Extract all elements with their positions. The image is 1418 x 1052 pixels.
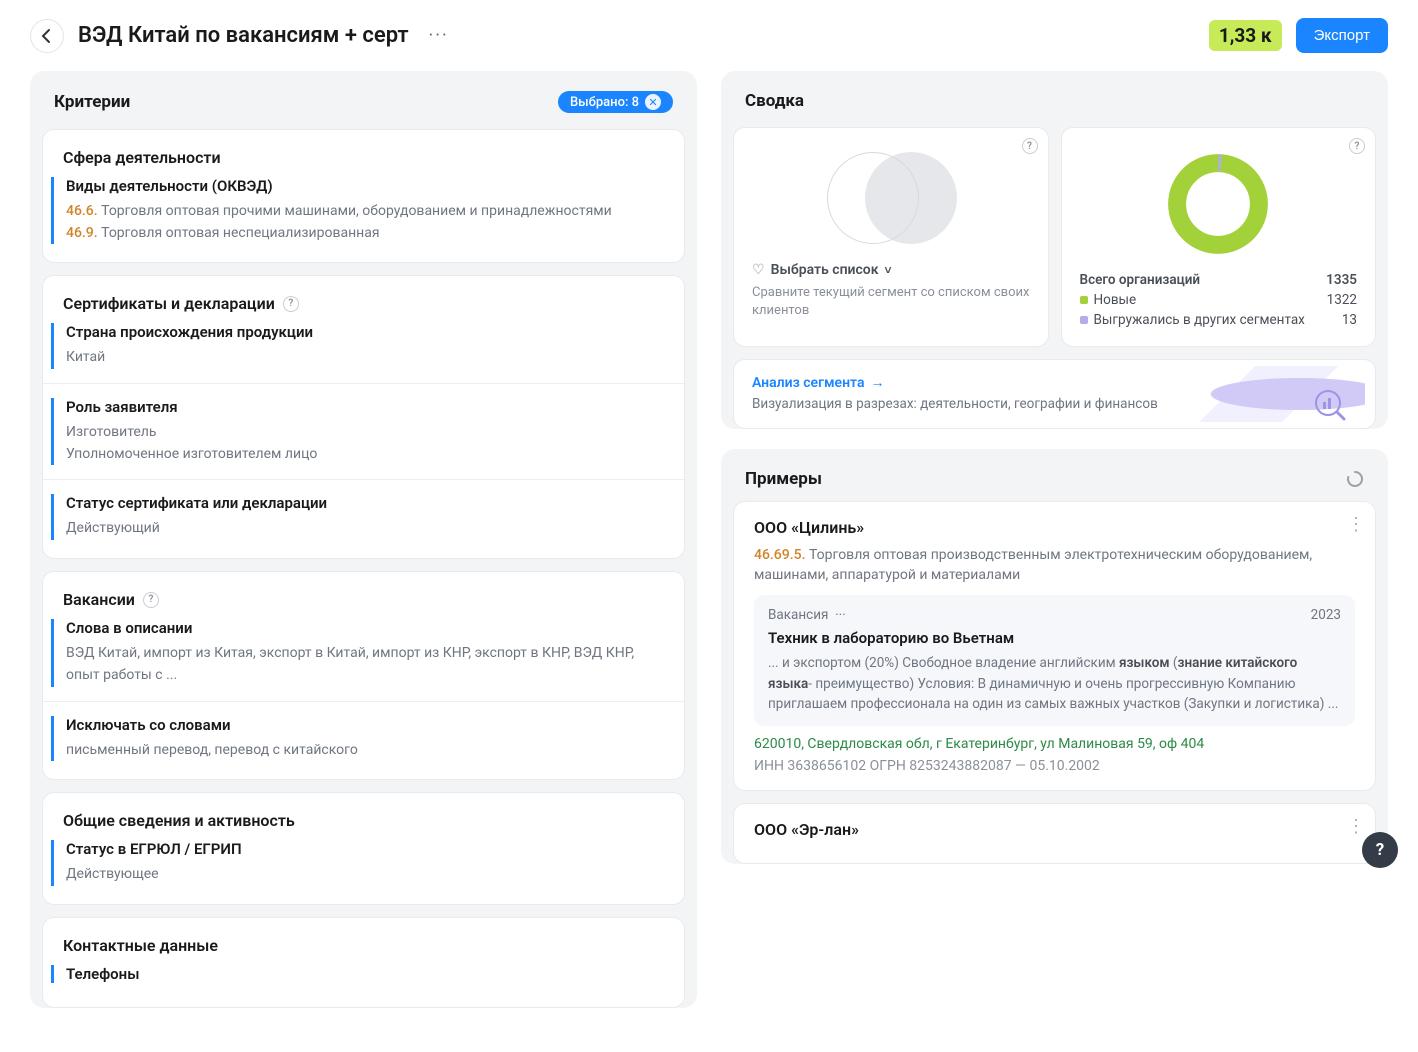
criteria-item-value: 46.6. Торговля оптовая прочими машинами,… [66, 201, 664, 223]
floating-help-button[interactable]: ? [1362, 832, 1398, 868]
criteria-group-title: Сфера деятельности [63, 148, 664, 167]
criteria-group-title: Общие сведения и активность [63, 811, 664, 830]
criteria-panel-title: Критерии [54, 92, 130, 112]
loading-spinner-icon [1346, 470, 1364, 488]
vacancy-snippet: ... и экспортом (20%) Свободное владение… [768, 653, 1341, 714]
selected-count-chip[interactable]: Выбрано: 8 ✕ [558, 91, 673, 113]
criteria-item[interactable]: Исключать со словами письменный перевод, … [51, 716, 664, 762]
example-okved: 46.69.5. Торговля оптовая производственн… [754, 545, 1355, 586]
help-icon[interactable]: ? [283, 296, 299, 312]
criteria-group-vac[interactable]: Вакансии? Слова в описании ВЭД Китай, импо… [42, 571, 685, 780]
total-orgs-label: Всего организаций [1080, 272, 1201, 288]
chevron-down-icon: ˅ [885, 263, 892, 277]
criteria-item-label: Роль заявителя [66, 398, 664, 416]
criteria-item-value: 46.9. Торговля оптовая неспециализирован… [66, 223, 664, 245]
criteria-item-label: Страна происхождения продукции [66, 323, 664, 341]
criteria-item[interactable]: Телефоны [51, 965, 664, 983]
criteria-item-label: Статус сертификата или декларации [66, 494, 664, 512]
help-icon[interactable]: ? [1349, 138, 1365, 154]
back-button[interactable] [30, 19, 64, 53]
criteria-item-label: Исключать со словами [66, 716, 664, 734]
selected-count-label: Выбрано: 8 [570, 95, 639, 110]
chart-lens-icon [1313, 388, 1347, 422]
new-orgs-value: 1322 [1327, 292, 1357, 308]
venn-diagram [821, 152, 961, 244]
criteria-item-value: Уполномоченное изготовителем лицо [66, 444, 664, 466]
help-icon[interactable]: ? [143, 592, 159, 608]
criteria-item-value: Китай [66, 347, 664, 369]
segment-analysis-link-text: Анализ сегмента [752, 375, 864, 391]
clear-criteria-icon[interactable]: ✕ [645, 94, 661, 110]
criteria-group-certs[interactable]: Сертификаты и декларации? Страна происхож… [42, 275, 685, 559]
criteria-item-value: Изготовитель [66, 422, 664, 444]
total-orgs-value: 1335 [1326, 272, 1357, 288]
criteria-item[interactable]: Виды деятельности (ОКВЭД) 46.6. Торговля … [51, 177, 664, 244]
segment-analysis-card[interactable]: Анализ сегмента → Визуализация в разреза… [733, 359, 1376, 429]
okved-code: 46.69.5. [754, 547, 809, 563]
arrow-right-icon: → [870, 374, 884, 391]
compare-note: Сравните текущий сегмент со списком свои… [752, 284, 1030, 320]
example-company-name: ООО «Эр-лан» [754, 820, 1355, 839]
heart-icon: ♡ [752, 262, 765, 278]
criteria-item-value: Действующий [66, 518, 664, 540]
vacancy-tag: Вакансия ··· [768, 607, 846, 623]
criteria-item[interactable]: Страна происхождения продукции Китай [51, 323, 664, 369]
criteria-item-label: Телефоны [66, 965, 664, 983]
new-orgs-label: Новые [1094, 292, 1137, 308]
criteria-item[interactable]: Слова в описании ВЭД Китай, импорт из Кит… [51, 619, 664, 686]
criteria-item-value: письменный перевод, перевод с китайского [66, 740, 664, 762]
donut-chart [1164, 150, 1272, 258]
criteria-group-contacts[interactable]: Контактные данные Телефоны [42, 917, 685, 1008]
criteria-item-value: Действующее [66, 864, 664, 886]
okved-code: 46.9. [66, 225, 101, 241]
criteria-item-label: Слова в описании [66, 619, 664, 637]
okved-code: 46.6. [66, 203, 101, 219]
example-ids: ИНН 3638656102 ОГРН 8253243882087 — 05.1… [754, 758, 1355, 774]
select-list-dropdown[interactable]: ♡ Выбрать список ˅ [752, 262, 1030, 278]
arrow-left-icon [39, 28, 55, 44]
vacancy-year: 2023 [1311, 607, 1341, 623]
export-button[interactable]: Экспорт [1296, 18, 1388, 53]
example-address: 620010, Свердловская обл, г Екатеринбург… [754, 736, 1355, 752]
record-count-badge: 1,33 к [1209, 20, 1282, 51]
example-card[interactable]: ⋮ООО «Цилинь» 46.69.5. Торговля оптовая п… [733, 501, 1376, 791]
org-stats-card: ? Всего организаций 1335 Новые 1322 В [1061, 127, 1377, 347]
help-icon[interactable]: ? [1022, 138, 1038, 154]
example-more-button[interactable]: ⋮ [1347, 514, 1365, 535]
criteria-item[interactable]: Статус сертификата или декларации Действу… [51, 494, 664, 540]
criteria-item[interactable]: Роль заявителя ИзготовительУполномоченное… [51, 398, 664, 465]
summary-panel-title: Сводка [745, 91, 804, 111]
criteria-group-title: Контактные данные [63, 936, 664, 955]
criteria-item-label: Виды деятельности (ОКВЭД) [66, 177, 664, 195]
segment-analysis-link[interactable]: Анализ сегмента → [752, 374, 884, 391]
example-more-button[interactable]: ⋮ [1347, 816, 1365, 837]
exported-orgs-value: 13 [1342, 312, 1357, 328]
select-list-label: Выбрать список [771, 262, 879, 278]
criteria-item[interactable]: Статус в ЕГРЮЛ / ЕГРИП Действующее [51, 840, 664, 886]
compare-card: ? ♡ Выбрать список ˅ Сравните текущий се… [733, 127, 1049, 347]
vacancy-box: Вакансия ··· 2023 Техник в лабораторию во … [754, 595, 1355, 726]
criteria-group-title: Вакансии? [63, 590, 664, 609]
vacancy-title: Техник в лабораторию во Вьетнам [768, 629, 1341, 647]
exported-orgs-label: Выгружались в других сегментах [1094, 312, 1305, 328]
page-title: ВЭД Китай по вакансиям + серт [78, 23, 409, 48]
map-decoration [1145, 366, 1365, 422]
examples-panel-title: Примеры [745, 469, 822, 489]
criteria-item-label: Статус в ЕГРЮЛ / ЕГРИП [66, 840, 664, 858]
criteria-group-title: Сертификаты и декларации? [63, 294, 664, 313]
example-company-name: ООО «Цилинь» [754, 518, 1355, 537]
criteria-item-value: ВЭД Китай, импорт из Китая, экспорт в Ки… [66, 643, 664, 686]
example-card[interactable]: ⋮ООО «Эр-лан» [733, 803, 1376, 864]
criteria-group-scope[interactable]: Сфера деятельности Виды деятельности (ОКВ… [42, 129, 685, 263]
more-actions-button[interactable]: ··· [423, 21, 455, 50]
